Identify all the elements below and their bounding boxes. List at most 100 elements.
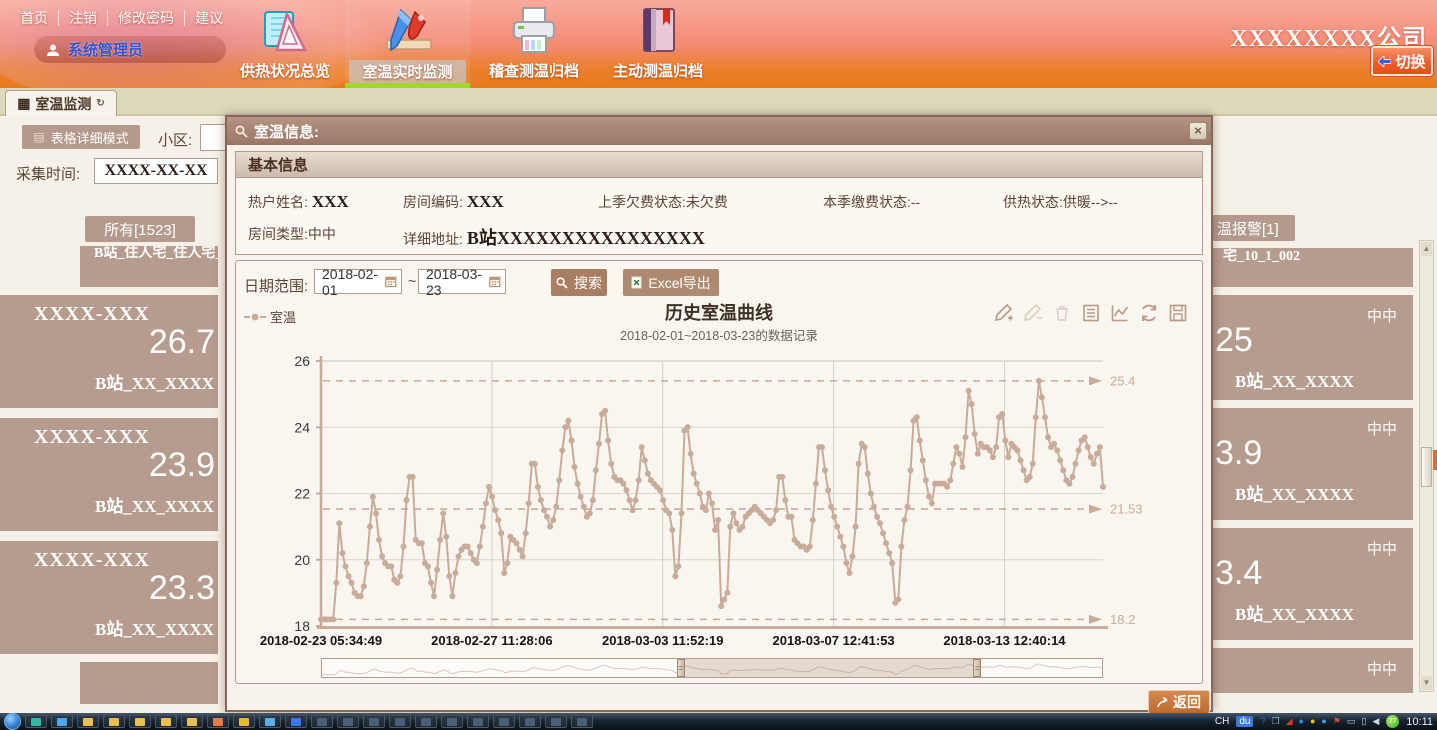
tray-plug-icon[interactable]: ▯ [1361, 716, 1366, 727]
window-app-4-icon[interactable] [389, 715, 411, 728]
tray-window-icon[interactable]: ▭ [1347, 716, 1356, 727]
room-temp-value: 23.9 [149, 446, 215, 485]
ime-indicator[interactable]: du [1236, 716, 1253, 727]
datazoom-left-handle[interactable]: = [677, 659, 685, 677]
home-link[interactable]: 首页 [10, 10, 59, 26]
current-user-chip: 系统管理员 [34, 36, 226, 63]
magnifier-icon [235, 125, 248, 138]
browser-ie-icon[interactable] [285, 715, 307, 728]
network-globe-icon[interactable]: ● [1299, 716, 1304, 727]
calendar-icon[interactable] [385, 275, 397, 288]
window-app-2-icon[interactable] [337, 715, 359, 728]
window-folder-2-icon[interactable] [103, 715, 125, 728]
field-heating-status: 供热状态:供暖-->-- [1003, 192, 1118, 212]
app-teal-icon[interactable] [25, 715, 47, 728]
room-card-partial[interactable]: 中中 [1213, 648, 1413, 693]
logout-link[interactable]: 注销 [59, 10, 108, 26]
line-chart-icon[interactable] [1110, 303, 1130, 323]
window-app-5-icon[interactable] [415, 715, 437, 728]
window-folder-1-icon[interactable] [77, 715, 99, 728]
date-from-input[interactable]: 2018-02-01 [314, 269, 402, 294]
search-button[interactable]: 搜索 [551, 269, 607, 296]
window-app-11-icon[interactable] [571, 715, 593, 728]
datazoom-slider[interactable]: = = [321, 658, 1103, 678]
save-image-icon[interactable] [1168, 303, 1188, 323]
room-temp-value: 3.9 [1215, 434, 1262, 473]
edge-marker [1433, 450, 1437, 470]
room-card[interactable]: XXXX-XXX 23.3 B站_XX_XXXX [0, 541, 218, 654]
date-to-input[interactable]: 2018-03-23 [418, 269, 506, 294]
battery-indicator[interactable]: 77 [1386, 715, 1399, 728]
room-card-partial[interactable] [80, 662, 218, 704]
scroll-up-icon[interactable]: ▲ [1421, 242, 1432, 256]
dialog-titlebar[interactable]: 室温信息: [227, 117, 1211, 145]
window-app-8-icon[interactable] [493, 715, 515, 728]
temp-alarm-button[interactable]: 温报警[1] [1213, 215, 1295, 241]
calendar-icon[interactable] [489, 275, 501, 288]
district-input[interactable] [200, 124, 228, 151]
field-address: 详细地址:B站XXXXXXXXXXXXXXXX [403, 224, 705, 250]
switch-button[interactable]: 切换 [1371, 46, 1433, 76]
room-card[interactable]: 中中 3.4 B站_XX_XXXX [1213, 528, 1413, 640]
window-folder-3-icon[interactable] [129, 715, 151, 728]
unmark-line-icon[interactable] [1023, 303, 1043, 323]
cloud-sync-icon[interactable]: ● [1321, 716, 1326, 727]
vertical-scrollbar[interactable]: ▲ ▼ [1419, 240, 1434, 692]
close-icon[interactable]: × [1189, 122, 1207, 140]
window-app-10-icon[interactable] [545, 715, 567, 728]
change-password-link[interactable]: 修改密码 [108, 10, 185, 26]
window-app-1-icon[interactable] [311, 715, 333, 728]
table-detail-mode-button[interactable]: ▤ 表格详细模式 [22, 125, 140, 149]
tab-room-temp-monitor[interactable]: ▦ 室温监测 ↻ [5, 90, 117, 116]
nav-active-measure-archive[interactable]: 主动测温归档 [597, 0, 719, 88]
window-app-blue-icon[interactable] [259, 715, 281, 728]
security-shield-icon[interactable]: ● [1310, 716, 1315, 727]
window-app-3-icon[interactable] [363, 715, 385, 728]
chart-toolbar [994, 303, 1188, 323]
list-item-partial[interactable]: 宅_10_1_002 [1213, 248, 1413, 287]
all-rooms-button[interactable]: 所有[1523] [85, 216, 195, 242]
nav-heating-overview[interactable]: 供热状况总览 [225, 0, 345, 88]
nav-room-temp-monitor[interactable]: 室温实时监测 [345, 0, 470, 88]
start-orb-icon[interactable] [4, 713, 21, 730]
tab-refresh-icon[interactable]: ↻ [96, 98, 104, 109]
window-app-9-icon[interactable] [519, 715, 541, 728]
room-card[interactable]: 中中 3.9 B站_XX_XXXX [1213, 408, 1413, 520]
basic-info-panel: 基本信息 热户姓名:XXX 房间编码:XXX 上季欠费状态:未欠费 本季缴费状态… [235, 151, 1203, 255]
data-view-icon[interactable] [1081, 303, 1101, 323]
svg-text:2018-03-03 11:52:19: 2018-03-03 11:52:19 [602, 633, 723, 648]
room-station: B站_XX_XXXX [95, 615, 214, 640]
scroll-down-icon[interactable]: ▼ [1421, 676, 1432, 690]
window-app-7-icon[interactable] [467, 715, 489, 728]
list-item-partial[interactable]: B站_住人宅_住人宅_ [80, 246, 218, 287]
pointer-red-icon[interactable]: ◢ [1286, 716, 1293, 727]
browser-chrome-icon[interactable] [233, 715, 255, 728]
app-media-icon[interactable] [51, 715, 73, 728]
svg-text:2018-02-23 05:34:49: 2018-02-23 05:34:49 [260, 633, 382, 648]
clear-marks-icon[interactable] [1052, 303, 1072, 323]
language-indicator[interactable]: CH [1215, 716, 1229, 727]
refresh-icon[interactable] [1139, 303, 1159, 323]
field-last-season-arrears: 上季欠费状态:未欠费 [598, 192, 728, 212]
room-card[interactable]: 中中 25 B站_XX_XXXX [1213, 295, 1413, 400]
flag-alert-icon[interactable]: ⚑ [1333, 716, 1341, 727]
window-folder-4-icon[interactable] [155, 715, 177, 728]
window-folder-5-icon[interactable] [181, 715, 203, 728]
temperature-line-chart[interactable]: 18202224262018-02-23 05:34:492018-02-27 … [236, 349, 1204, 659]
help-icon[interactable]: ? [1260, 716, 1265, 727]
scrollbar-thumb[interactable] [1421, 447, 1432, 487]
excel-export-button[interactable]: Excel导出 [623, 269, 719, 296]
window-app-6-icon[interactable] [441, 715, 463, 728]
datazoom-selected-range[interactable] [681, 659, 977, 677]
mark-line-icon[interactable] [994, 303, 1014, 323]
speaker-icon[interactable]: ◀ [1372, 716, 1379, 727]
clock[interactable]: 10:11 [1406, 716, 1433, 728]
collect-time-input[interactable]: XXXX-XX-XX [94, 158, 218, 184]
app-pinwheel-icon[interactable] [207, 715, 229, 728]
back-button[interactable]: 返回 [1148, 690, 1210, 714]
room-card[interactable]: XXXX-XXX 23.9 B站_XX_XXXX [0, 418, 218, 531]
room-card[interactable]: XXXX-XXX 26.7 B站_XX_XXXX [0, 295, 218, 408]
datazoom-right-handle[interactable]: = [973, 659, 981, 677]
restore-window-icon[interactable]: ❐ [1272, 716, 1280, 727]
nav-inspection-archive[interactable]: 稽查测温归档 [473, 0, 595, 88]
